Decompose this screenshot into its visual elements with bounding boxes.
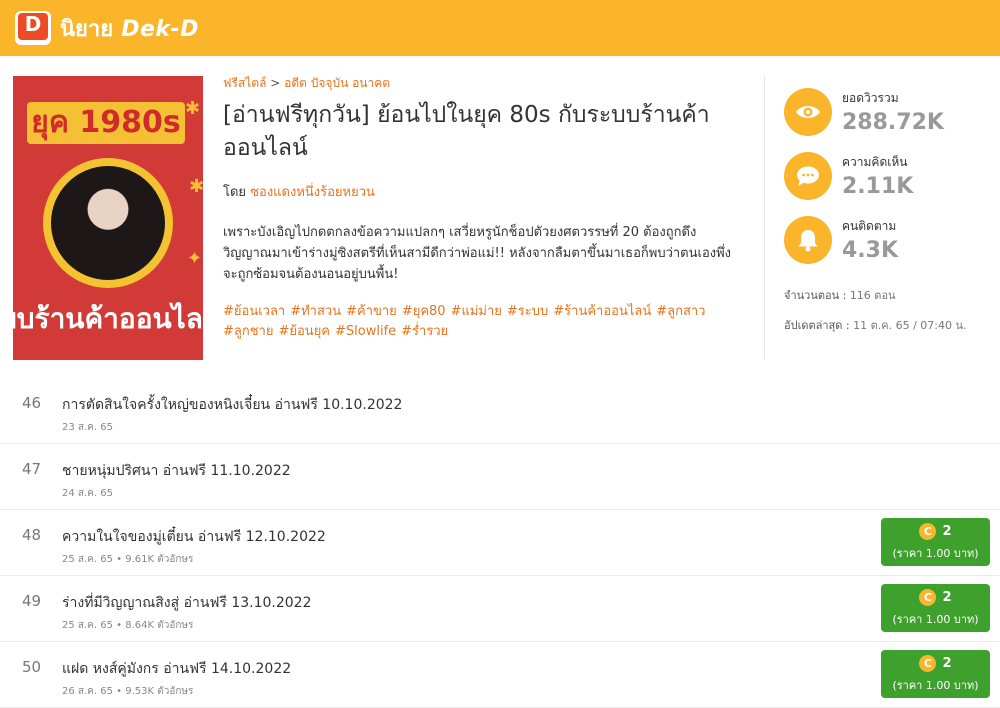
novel-synopsis: เพราะบังเอิญไปกดตกลงข้อความแปลกๆ เสวี่ยห…	[223, 225, 732, 282]
chapter-meta: 25 ส.ค. 65 • 9.61K ตัวอักษร	[62, 554, 194, 565]
last-updated-row: อัปเดตล่าสุด : 11 ต.ค. 65 / 07:40 น.	[784, 319, 967, 349]
tag-link[interactable]: #ทำสวน	[290, 304, 341, 319]
tag-link[interactable]: #ค้าขาย	[346, 304, 397, 319]
chapter-meta: 25 ส.ค. 65 • 8.64K ตัวอักษร	[62, 620, 194, 631]
sparkle-icon: ✱	[189, 176, 203, 197]
breadcrumb-subgenre[interactable]: อดีต ปัจจุบัน อนาคต	[284, 76, 390, 90]
cover-portrait	[51, 166, 165, 280]
stat-views-value: 288.72K	[842, 110, 944, 135]
tag-link[interactable]: #ระบบ	[507, 304, 548, 319]
author-prefix: โดย	[223, 185, 247, 200]
tag-link[interactable]: #ย้อนเวลา	[223, 304, 285, 319]
price-text: (ราคา 1.00 บาท)	[892, 613, 979, 626]
brand-name[interactable]: นิยาย Dek-D	[60, 11, 199, 46]
coin-amount: 2	[942, 590, 952, 605]
chapter-row[interactable]: 46 การตัดสินใจครั้งใหญ่ของหนิงเจี๋ยน อ่าน…	[0, 378, 1000, 444]
breadcrumb-genre[interactable]: ฟรีสไตล์	[223, 76, 266, 90]
dekd-logo-icon[interactable]: D	[15, 9, 51, 47]
tag-link[interactable]: #แม่ม่าย	[451, 304, 502, 319]
price-text: (ราคา 1.00 บาท)	[892, 547, 979, 560]
stat-views: ยอดวิวรวม 288.72K	[784, 80, 994, 144]
novel-info: ฟรีสไตล์ > อดีต ปัจจุบัน อนาคต [อ่านฟรีท…	[223, 74, 743, 342]
comment-icon	[784, 152, 832, 200]
last-updated-label: อัปเดตล่าสุด :	[784, 319, 850, 332]
buy-chapter-button[interactable]: C 2 (ราคา 1.00 บาท)	[881, 650, 990, 698]
chapter-row[interactable]: 47 ชายหนุ่มปริศนา อ่านฟรี 11.10.2022 24 ส.…	[0, 444, 1000, 510]
chapter-row[interactable]: 48 ความในใจของมู่เตี๋ยน อ่านฟรี 12.10.202…	[0, 510, 1000, 576]
stats-panel: ยอดวิวรวม 288.72K ความคิดเห็น 2.11K คนติ…	[784, 80, 994, 272]
bell-icon	[784, 216, 832, 264]
eye-icon	[784, 88, 832, 136]
tag-link[interactable]: #ร้านค้าออนไลน์	[553, 304, 651, 319]
tag-link[interactable]: #Slowlife	[335, 324, 396, 339]
breadcrumb: ฟรีสไตล์ > อดีต ปัจจุบัน อนาคต	[223, 74, 743, 93]
coin-icon: C	[919, 523, 937, 540]
stat-comments-value: 2.11K	[842, 174, 914, 199]
tag-link[interactable]: #ลูกสาว	[656, 304, 705, 319]
logo-letter: D	[24, 12, 42, 36]
episode-count-value: 116 ตอน	[849, 289, 896, 302]
stat-views-label: ยอดวิวรวม	[842, 91, 899, 105]
chapter-title[interactable]: ความในใจของมู่เตี๋ยน อ่านฟรี 12.10.2022	[62, 526, 326, 548]
author-line: โดย ซองแดงหนึ่งร้อยหยวน	[223, 181, 743, 202]
stat-followers: คนติดตาม 4.3K	[784, 208, 994, 272]
tag-list: #ย้อนเวลา #ทำสวน #ค้าขาย #ยุค80 #แม่ม่าย #ระบ…	[223, 302, 743, 342]
stat-followers-label: คนติดตาม	[842, 219, 897, 233]
chapter-number: 49	[22, 592, 42, 610]
tag-link[interactable]: #ลูกชาย	[223, 324, 273, 339]
tag-link[interactable]: #ย้อนยุค	[278, 324, 330, 339]
brand-thai: นิยาย	[60, 16, 114, 42]
chapter-title[interactable]: ชายหนุ่มปริศนา อ่านฟรี 11.10.2022	[62, 460, 291, 482]
episode-count-label: จำนวนตอน :	[784, 289, 847, 302]
chapter-number: 47	[22, 460, 42, 478]
stat-followers-value: 4.3K	[842, 238, 899, 263]
chapter-row[interactable]: 49 ร่างที่มีวิญญาณสิงสู่ อ่านฟรี 13.10.20…	[0, 576, 1000, 642]
chapter-meta: 24 ส.ค. 65	[62, 488, 113, 499]
chapter-row[interactable]: 50 แฝด หงส์คู่มังกร อ่านฟรี 14.10.2022 26 …	[0, 642, 1000, 708]
brand-latin: Dek-D	[121, 16, 199, 42]
episode-count-row: จำนวนตอน : 116 ตอน	[784, 289, 967, 319]
chapter-meta: 23 ส.ค. 65	[62, 422, 113, 433]
last-updated-value: 11 ต.ค. 65 / 07:40 น.	[853, 319, 967, 332]
coin-icon: C	[919, 655, 937, 672]
cover-banner-text: บบร้านค้าออนไล	[13, 302, 203, 335]
tag-link[interactable]: #ร่ำรวย	[401, 324, 448, 339]
sparkle-icon: ✦	[187, 248, 203, 269]
chapter-number: 48	[22, 526, 42, 544]
price-text: (ราคา 1.00 บาท)	[892, 679, 979, 692]
tag-link[interactable]: #ยุค80	[402, 304, 446, 319]
chapter-meta: 26 ส.ค. 65 • 9.53K ตัวอักษร	[62, 686, 194, 697]
coin-amount: 2	[942, 524, 952, 539]
novel-title: [อ่านฟรีทุกวัน] ย้อนไปในยุค 80s กับระบบร…	[223, 102, 710, 161]
cover-era-text: ยุค 1980s	[27, 102, 185, 144]
author-name-link[interactable]: ซองแดงหนึ่งร้อยหยวน	[250, 185, 375, 200]
coin-amount: 2	[942, 656, 952, 671]
chapter-number: 50	[22, 658, 42, 676]
chapter-title[interactable]: แฝด หงส์คู่มังกร อ่านฟรี 14.10.2022	[62, 658, 291, 680]
stat-comments: ความคิดเห็น 2.11K	[784, 144, 994, 208]
chapter-list: 46 การตัดสินใจครั้งใหญ่ของหนิงเจี๋ยน อ่าน…	[0, 378, 1000, 708]
vertical-divider	[764, 76, 765, 359]
chapter-number: 46	[22, 394, 42, 412]
sparkle-icon: ✱	[185, 98, 201, 119]
stat-comments-label: ความคิดเห็น	[842, 155, 908, 169]
buy-chapter-button[interactable]: C 2 (ราคา 1.00 บาท)	[881, 518, 990, 566]
novel-cover-image: ยุค 1980s ✱ ✱ ✦ บบร้านค้าออนไล	[13, 76, 203, 360]
novel-meta: จำนวนตอน : 116 ตอน อัปเดตล่าสุด : 11 ต.ค…	[784, 289, 967, 349]
buy-chapter-button[interactable]: C 2 (ราคา 1.00 บาท)	[881, 584, 990, 632]
coin-icon: C	[919, 589, 937, 606]
top-header: D นิยาย Dek-D	[0, 0, 1000, 56]
breadcrumb-separator: >	[270, 76, 281, 90]
chapter-title[interactable]: การตัดสินใจครั้งใหญ่ของหนิงเจี๋ยน อ่านฟร…	[62, 394, 402, 416]
chapter-title[interactable]: ร่างที่มีวิญญาณสิงสู่ อ่านฟรี 13.10.2022	[62, 592, 312, 614]
